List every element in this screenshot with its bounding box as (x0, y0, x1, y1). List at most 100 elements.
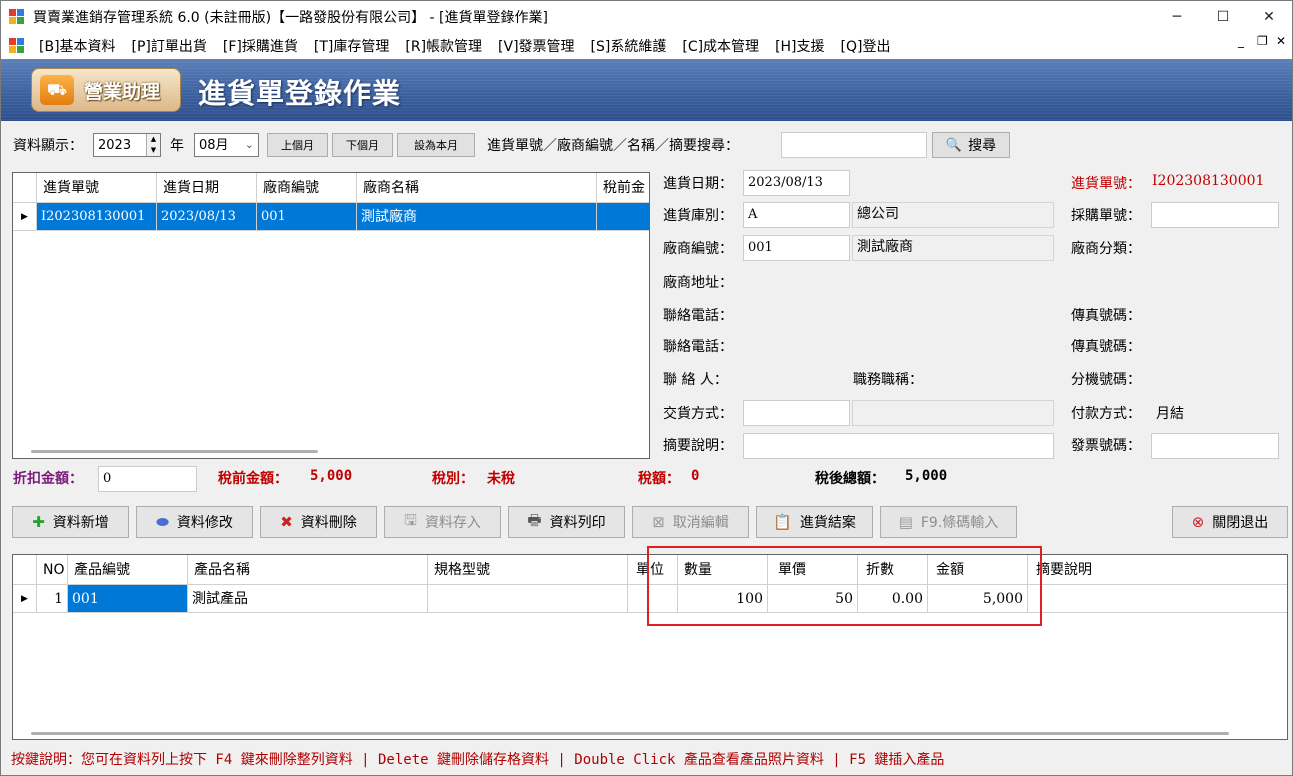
menu-logout[interactable]: [Q]登出 (833, 36, 899, 56)
search-button[interactable]: 🔍 搜尋 (932, 132, 1010, 158)
barcode-icon: ▤ (898, 513, 913, 531)
invoice-field[interactable] (1151, 433, 1279, 459)
menu-purchasing[interactable]: [F]採購進貨 (215, 36, 306, 56)
order-no-value: I202308130001 (1152, 173, 1265, 189)
next-month-button[interactable]: 下個月 (332, 133, 393, 157)
close-button[interactable]: ✕ (1246, 1, 1292, 32)
magnifier-icon: 🔍 (945, 137, 963, 153)
delivery-field[interactable] (743, 400, 850, 426)
mdi-minimize-button[interactable]: _ (1238, 34, 1244, 48)
pretax-value: 5,000 (310, 468, 353, 484)
table-row-order-no[interactable]: I202308130001 (37, 203, 157, 231)
detail-row-code[interactable]: 001 (68, 585, 188, 613)
maximize-button[interactable]: ☐ (1200, 1, 1246, 32)
truck-icon: ⛟ (40, 75, 74, 105)
total-label: 稅後總額： (815, 471, 885, 487)
menu-inventory[interactable]: [T]庫存管理 (306, 36, 397, 56)
delivery-label: 交貨方式： (663, 406, 733, 422)
search-label: 進貨單號／廠商編號／名稱／摘要搜尋： (487, 138, 739, 154)
memo-field[interactable] (743, 433, 1054, 459)
delivery-desc-field (852, 400, 1054, 426)
discount-field[interactable]: 0 (98, 466, 197, 492)
job-title-label: 職務職稱： (853, 372, 923, 388)
add-button[interactable]: ✚ 資料新增 (12, 506, 129, 538)
close-order-button[interactable]: 📋 進貨結案 (756, 506, 873, 538)
delete-button[interactable]: ✖ 資料刪除 (260, 506, 377, 538)
detail-horizontal-scrollbar[interactable] (31, 732, 1229, 735)
close-circle-icon: ⊗ (1191, 513, 1205, 531)
table-row-pretax[interactable] (597, 203, 649, 231)
vendor-category-label: 廠商分類： (1071, 241, 1141, 257)
app-window: 買賣業進銷存管理系統 6.0 (未註冊版)【一路發股份有限公司】 - [進貨單登… (0, 0, 1293, 776)
invoice-label: 發票號碼： (1071, 438, 1141, 454)
detail-row-memo[interactable] (1028, 585, 1287, 613)
fax1-label: 傳真號碼： (1071, 308, 1141, 324)
add-button-label: 資料新增 (52, 515, 109, 531)
col-pretax[interactable]: 稅前金 (597, 173, 649, 203)
phone1-label: 聯絡電話： (663, 308, 733, 324)
search-input[interactable] (781, 132, 927, 158)
display-label: 資料顯示： (13, 138, 83, 154)
total-value: 5,000 (905, 468, 948, 484)
order-list-grid[interactable]: 進貨單號 進貨日期 廠商編號 廠商名稱 稅前金 ▶ I202308130001 … (12, 172, 650, 459)
memo-label: 摘要說明： (663, 438, 733, 454)
vendor-code-field[interactable]: 001 (743, 235, 850, 261)
menu-invoices[interactable]: [V]發票管理 (490, 36, 583, 56)
col-order-no[interactable]: 進貨單號 (37, 173, 157, 203)
vendor-name-field: 測試廠商 (852, 235, 1054, 261)
detail-row-spec[interactable] (428, 585, 628, 613)
cancel-edit-button[interactable]: ⊠ 取消編輯 (632, 506, 749, 538)
detail-row-no[interactable]: 1 (37, 585, 68, 613)
menu-accounts[interactable]: [R]帳款管理 (397, 36, 490, 56)
barcode-button-label: F9.條碼輸入 (920, 515, 999, 531)
minimize-button[interactable]: ─ (1154, 1, 1200, 32)
col-memo[interactable]: 摘要說明 (1028, 555, 1287, 585)
tax-type-value: 未稅 (487, 471, 515, 487)
date-field[interactable]: 2023/08/13 (743, 170, 850, 196)
tax-value: 0 (691, 468, 700, 484)
menu-cost[interactable]: [C]成本管理 (674, 36, 767, 56)
tax-type-label: 稅別： (432, 471, 474, 487)
table-row-vendor-name[interactable]: 測試廠商 (357, 203, 597, 231)
col-spec[interactable]: 規格型號 (428, 555, 628, 585)
detail-row-name[interactable]: 測試產品 (188, 585, 428, 613)
menu-orders[interactable]: [P]訂單出貨 (124, 36, 215, 56)
col-vendor-name[interactable]: 廠商名稱 (357, 173, 597, 203)
menu-help[interactable]: [H]支援 (767, 36, 832, 56)
warehouse-code-field[interactable]: A (743, 202, 850, 228)
badge-text: 營業助理 (84, 80, 161, 103)
exit-button[interactable]: ⊗ 關閉退出 (1172, 506, 1288, 538)
barcode-button[interactable]: ▤ F9.條碼輸入 (880, 506, 1017, 538)
menu-system[interactable]: [S]系統維護 (583, 36, 675, 56)
edit-button[interactable]: ⬬ 資料修改 (136, 506, 253, 538)
mdi-close-button[interactable]: ✕ (1276, 34, 1286, 48)
col-vendor-code[interactable]: 廠商編號 (257, 173, 357, 203)
phone2-label: 聯絡電話： (663, 339, 733, 355)
pretax-label: 稅前金額： (218, 471, 288, 487)
col-product-code[interactable]: 產品編號 (68, 555, 188, 585)
year-unit-label: 年 (170, 138, 184, 154)
menu-basic-data[interactable]: [B]基本資料 (31, 36, 124, 56)
cancel-doc-icon: ⊠ (652, 513, 665, 531)
print-button[interactable]: 🖶 資料列印 (508, 506, 625, 538)
this-month-button[interactable]: 設為本月 (397, 133, 475, 157)
table-row-vendor-code[interactable]: 001 (257, 203, 357, 231)
delete-x-icon: ✖ (280, 513, 293, 531)
col-product-name[interactable]: 產品名稱 (188, 555, 428, 585)
assistant-badge: ⛟ 營業助理 (31, 68, 181, 112)
mdi-restore-button[interactable]: ❐ (1257, 34, 1268, 48)
save-button[interactable]: 🖫 資料存入 (384, 506, 501, 538)
table-row-date[interactable]: 2023/08/13 (157, 203, 257, 231)
col-no[interactable]: NO (37, 555, 68, 585)
month-select[interactable]: 08月 ⌄ (194, 133, 259, 157)
prev-month-button[interactable]: 上個月 (267, 133, 328, 157)
purchase-no-label: 採購單號： (1071, 208, 1141, 224)
year-spinner[interactable]: 2023 ▲ ▼ (93, 133, 161, 157)
warehouse-label: 進貨庫別： (663, 208, 733, 224)
exit-button-label: 關閉退出 (1212, 515, 1269, 531)
horizontal-scrollbar[interactable] (31, 450, 318, 453)
spinner-arrows-icon[interactable]: ▲ ▼ (146, 134, 160, 156)
col-order-date[interactable]: 進貨日期 (157, 173, 257, 203)
purchase-no-field[interactable] (1151, 202, 1279, 228)
row-pointer-icon: ▶ (13, 203, 37, 231)
